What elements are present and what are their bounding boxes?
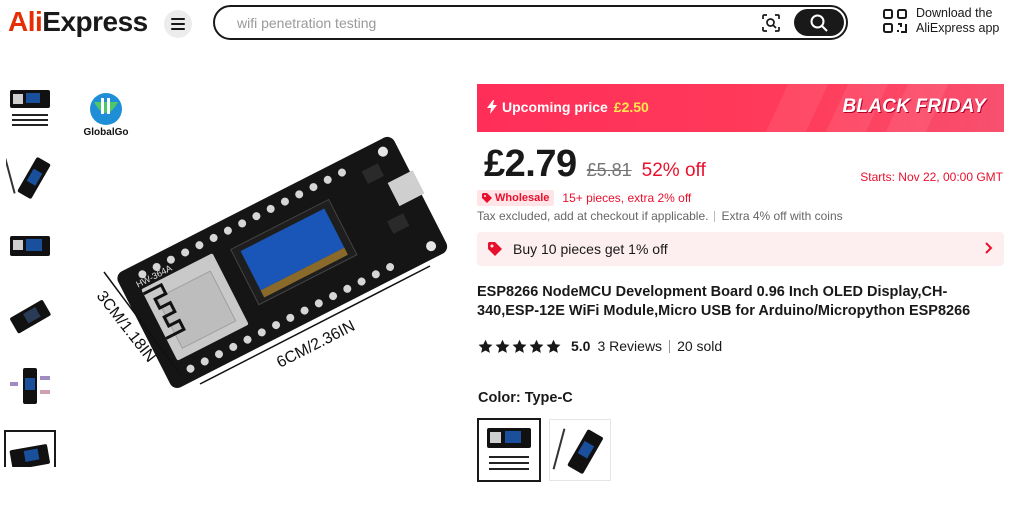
brand-text: GlobalGo [84,127,129,138]
search-icon [810,14,828,32]
sale-start-time: Starts: Nov 22, 00:00 GMT [860,170,1003,184]
thumbnail-image [10,368,50,404]
thumbnail-4[interactable] [4,290,56,342]
star-icon [512,339,527,353]
image-search-button[interactable] [759,12,783,34]
product-title: ESP8266 NodeMCU Development Board 0.96 I… [477,284,971,319]
main-product-image[interactable]: GlobalGo HW-364A 3CM/1.18IN 6CM/2.36IN [70,78,460,468]
thumbnail-2[interactable] [4,150,56,202]
variant-image [487,428,531,470]
lightning-icon [487,100,497,114]
rating-score: 5.0 [571,338,591,354]
thumbnail-image [9,444,50,467]
rating-row: 5.0 3 Reviews 20 sold [478,338,722,354]
star-icon [529,339,544,353]
star-icon [495,339,510,353]
thumbnail-6[interactable] [4,430,56,467]
logo-ali-text: Ali [8,6,43,37]
discount-percent: 52% off [641,160,706,181]
tax-text: Tax excluded, add at checkout if applica… [477,209,709,223]
coins-text: Extra 4% off with coins [721,209,843,223]
download-app-line2: AliExpress app [916,21,1000,35]
search-input[interactable] [237,13,757,33]
thumbnail-image [10,90,50,126]
sold-count: 20 sold [677,338,723,354]
original-price: £5.81 [586,160,632,180]
thumbnail-1[interactable] [4,80,56,132]
upcoming-price-label: Upcoming price [502,99,608,115]
menu-button[interactable] [164,10,192,38]
currency-symbol: £ [484,143,505,185]
wholesale-text: 15+ pieces, extra 2% off [562,191,692,205]
variant-swatch-type-c[interactable] [477,418,541,482]
variant-swatch-micro-usb[interactable] [549,419,611,481]
aliexpress-logo[interactable]: AliExpress [8,6,148,38]
upcoming-price-value: £2.50 [613,99,649,115]
tag-icon [482,193,492,203]
search-bar [213,5,848,40]
price-row: £2.79 £5.81 52% off [484,143,706,186]
camera-search-icon [762,14,780,32]
thumbnail-image [10,236,50,256]
current-price: £2.79 [484,143,577,186]
black-friday-label: BLACK FRIDAY [842,96,986,117]
variant-image [552,428,603,474]
price-tag-icon [488,242,502,256]
black-friday-banner: Upcoming price £2.50 BLACK FRIDAY [477,84,1004,132]
thumbnail-image [6,157,51,199]
price-value: 2.79 [504,143,577,185]
wholesale-row: Wholesale 15+ pieces, extra 2% off [477,190,691,206]
tax-info: Tax excluded, add at checkout if applica… [477,209,843,223]
wholesale-badge: Wholesale [477,190,555,206]
download-app-link[interactable]: Download the AliExpress app [882,6,999,36]
globalgo-logo [90,93,122,125]
color-label: Color: Type-C [478,390,573,406]
chevron-right-icon [985,242,993,254]
upcoming-price: Upcoming price £2.50 [487,99,649,115]
wholesale-badge-label: Wholesale [495,192,550,204]
search-button[interactable] [794,9,844,36]
thumbnail-3[interactable] [4,220,56,272]
qr-code-icon [883,9,907,33]
bulk-offer-text: Buy 10 pieces get 1% off [513,241,668,257]
hamburger-icon [171,18,185,30]
bulk-offer-row[interactable]: Buy 10 pieces get 1% off [477,232,1004,266]
thumbnail-list [4,80,59,467]
star-rating [478,339,563,354]
logo-express-text: Express [42,6,148,37]
thumbnail-5[interactable] [4,360,56,412]
download-app-line1: Download the [916,6,993,20]
star-icon [478,339,493,353]
star-icon [546,339,561,353]
thumbnail-image [10,300,51,334]
reviews-link[interactable]: 3 Reviews [597,338,662,354]
